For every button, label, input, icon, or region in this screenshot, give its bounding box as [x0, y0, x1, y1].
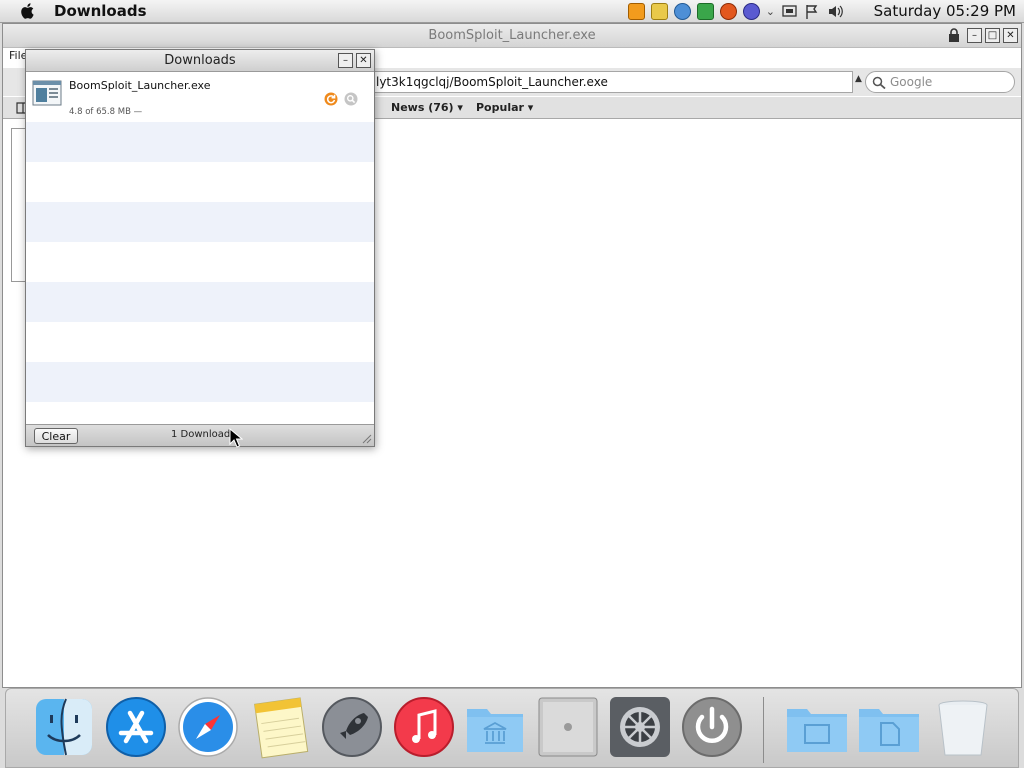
flag-icon[interactable]	[804, 3, 821, 20]
resume-icon[interactable]	[324, 92, 338, 106]
downloads-list[interactable]: BoomSploit_Launcher.exe 4.8 of 65.8 MB —	[26, 72, 374, 424]
launchpad-icon[interactable]	[320, 695, 384, 759]
app-store-icon[interactable]	[104, 695, 168, 759]
empty-row	[26, 322, 374, 362]
empty-row	[26, 162, 374, 202]
documents-folder-icon[interactable]	[785, 695, 849, 759]
menu-bar: Downloads ⌄ Saturday 05:29 PM	[0, 0, 1024, 23]
empty-row	[26, 122, 374, 162]
window-controls: – □ ✕	[948, 28, 1018, 43]
window-title: BoomSploit_Launcher.exe	[428, 28, 596, 43]
finder-icon[interactable]	[32, 695, 96, 759]
apple-icon[interactable]	[18, 1, 38, 21]
clock[interactable]: Saturday 05:29 PM	[874, 2, 1016, 20]
downloads-footer: Clear 1 Download	[26, 424, 374, 446]
empty-row	[26, 402, 374, 424]
bookmark-popular[interactable]: Popular ▾	[476, 101, 533, 114]
empty-row	[26, 282, 374, 322]
notes-icon[interactable]	[248, 695, 312, 759]
close-button[interactable]: ✕	[1003, 28, 1018, 43]
empty-row	[26, 362, 374, 402]
magnifier-icon[interactable]	[344, 92, 358, 106]
mac-pro-icon[interactable]	[536, 695, 600, 759]
caret-up-icon[interactable]: ▲	[855, 74, 862, 84]
minimize-button[interactable]: –	[967, 28, 982, 43]
downloads-window-controls: – ✕	[338, 53, 371, 68]
media-player-icon[interactable]	[627, 3, 645, 20]
search-field[interactable]: Google	[865, 71, 1015, 93]
dock-separator	[763, 697, 764, 763]
clear-button[interactable]: Clear	[34, 428, 78, 444]
monitor-tray-icon[interactable]	[696, 3, 714, 20]
empty-row	[26, 202, 374, 242]
search-icon	[872, 76, 886, 89]
mouse-cursor-icon	[229, 428, 243, 448]
lock-icon	[949, 28, 959, 42]
download-count: 1 Download	[171, 429, 231, 440]
trash-icon[interactable]	[931, 695, 995, 759]
dock	[5, 688, 1019, 768]
system-preferences-icon[interactable]	[608, 695, 672, 759]
status-tray: ⌄	[627, 2, 844, 21]
applications-folder-icon[interactable]	[463, 695, 527, 759]
download-progress-text: 4.8 of 65.8 MB —	[69, 107, 143, 117]
chevron-down-icon[interactable]: ⌄	[766, 5, 775, 18]
volume-icon[interactable]	[827, 3, 844, 20]
maximize-button[interactable]: □	[985, 28, 1000, 43]
safari-icon[interactable]	[176, 695, 240, 759]
file-folder-icon[interactable]	[857, 695, 921, 759]
address-bar[interactable]	[373, 71, 853, 93]
gear-tray-icon[interactable]	[742, 3, 760, 20]
bookmark-news[interactable]: News (76) ▾	[391, 101, 463, 114]
browser-titlebar[interactable]: BoomSploit_Launcher.exe	[3, 24, 1021, 48]
downloads-title: Downloads	[164, 53, 236, 68]
download-item[interactable]: BoomSploit_Launcher.exe 4.8 of 65.8 MB —	[26, 72, 374, 122]
itunes-icon[interactable]	[392, 695, 456, 759]
resize-grip-icon[interactable]	[360, 432, 372, 444]
active-app-name[interactable]: Downloads	[54, 2, 147, 20]
network-adapter-icon[interactable]	[781, 3, 798, 20]
empty-row	[26, 242, 374, 282]
shutdown-icon[interactable]	[680, 695, 744, 759]
exe-file-icon	[32, 80, 62, 106]
downloads-close-button[interactable]: ✕	[356, 53, 371, 68]
downloads-titlebar[interactable]: Downloads – ✕	[26, 50, 374, 72]
network-icon[interactable]	[673, 3, 691, 20]
downloads-window: Downloads – ✕ BoomSploit_Launcher.exe 4.…	[25, 49, 375, 447]
search-placeholder: Google	[890, 75, 933, 89]
downloads-minimize-button[interactable]: –	[338, 53, 353, 68]
folder-tray-icon[interactable]	[650, 3, 668, 20]
firefox-icon[interactable]	[719, 3, 737, 20]
download-filename: BoomSploit_Launcher.exe	[69, 79, 211, 92]
